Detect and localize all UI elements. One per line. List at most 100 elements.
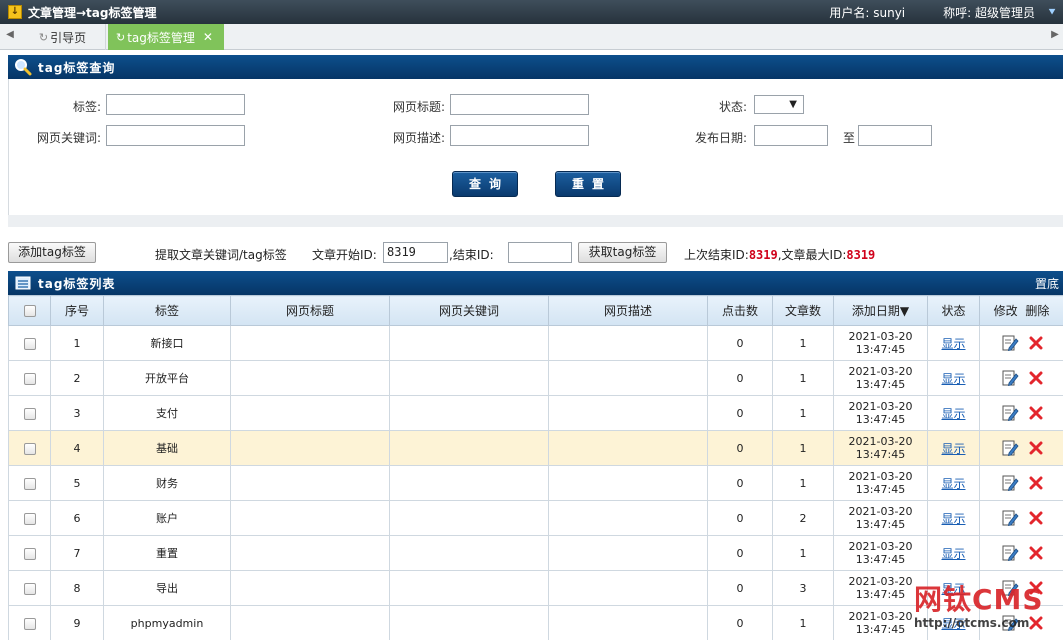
scroll-right-icon[interactable]: ▶	[1049, 29, 1061, 40]
row-status-cell: 显示	[927, 500, 980, 536]
row-checkbox[interactable]	[23, 407, 36, 420]
row-checkbox[interactable]	[23, 477, 36, 490]
collapse-icon[interactable]: ⯆	[1045, 5, 1059, 19]
row-number: 4	[50, 430, 104, 466]
tag-label: 标签:	[72, 100, 101, 114]
tag-input[interactable]	[106, 94, 245, 115]
start-id-input[interactable]: 8319	[383, 242, 448, 263]
fetch-tag-button[interactable]: 获取tag标签	[578, 242, 667, 263]
delete-icon[interactable]	[1029, 371, 1043, 385]
row-tag: 支付	[103, 395, 231, 431]
row-checkbox[interactable]	[23, 582, 36, 595]
keywords-input[interactable]	[106, 125, 245, 146]
delete-icon[interactable]	[1029, 546, 1043, 560]
row-description	[548, 430, 708, 466]
row-status-cell: 显示	[927, 465, 980, 501]
reload-icon[interactable]: ↻	[39, 31, 48, 44]
edit-icon[interactable]	[1001, 474, 1019, 492]
select-all-checkbox[interactable]	[23, 305, 36, 317]
row-description	[548, 395, 708, 431]
delete-icon[interactable]	[1029, 581, 1043, 595]
row-page-title	[230, 325, 390, 361]
page-title-input[interactable]	[450, 94, 589, 115]
row-page-title	[230, 430, 390, 466]
edit-icon[interactable]	[1001, 614, 1019, 632]
edit-icon[interactable]	[1001, 404, 1019, 422]
row-articles: 1	[772, 360, 834, 396]
tab-tag-manage[interactable]: ↻ tag标签管理 ✕	[108, 24, 224, 50]
edit-icon[interactable]	[1001, 544, 1019, 562]
row-date-time: 13:47:45	[855, 518, 906, 531]
search-button[interactable]: 查询	[452, 171, 518, 197]
row-date: 2021-03-20 13:47:45	[833, 570, 928, 606]
to-bottom-link[interactable]: 置底	[1035, 275, 1059, 292]
col-header-date-sort[interactable]: 添加日期▼	[833, 295, 928, 326]
row-keywords	[389, 430, 549, 466]
edit-icon[interactable]	[1001, 509, 1019, 527]
edit-icon[interactable]	[1001, 369, 1019, 387]
row-status-link[interactable]: 显示	[941, 442, 965, 456]
row-date-day: 2021-03-20	[848, 435, 913, 448]
reload-icon[interactable]: ↻	[116, 31, 125, 44]
delete-icon[interactable]	[1029, 476, 1043, 490]
row-clicks: 0	[707, 570, 773, 606]
row-articles: 1	[772, 465, 834, 501]
row-page-title	[230, 570, 390, 606]
row-date-time: 13:47:45	[855, 588, 906, 601]
row-checkbox[interactable]	[23, 337, 36, 350]
row-tag: phpmyadmin	[103, 605, 231, 640]
row-status-link[interactable]: 显示	[941, 337, 965, 351]
delete-icon[interactable]	[1029, 406, 1043, 420]
row-select-cell	[8, 605, 51, 640]
row-status-link[interactable]: 显示	[941, 547, 965, 561]
row-status-link[interactable]: 显示	[941, 582, 965, 596]
delete-icon[interactable]	[1029, 511, 1043, 525]
row-status-link[interactable]: 显示	[941, 617, 965, 631]
tag-table: 序号 标签 网页标题 网页关键词 网页描述 点击数 文章数 添加日期▼ 状态 修…	[8, 295, 1063, 640]
table-row: 1 新接口 0 1 2021-03-20 13:47:45 显示	[8, 325, 1063, 361]
delete-icon[interactable]	[1029, 616, 1043, 630]
reset-button[interactable]: 重置	[555, 171, 621, 197]
row-status-link[interactable]: 显示	[941, 512, 965, 526]
status-select[interactable]: ▼	[754, 95, 804, 114]
row-checkbox[interactable]	[23, 617, 36, 630]
row-date: 2021-03-20 13:47:45	[833, 325, 928, 361]
row-checkbox[interactable]	[23, 372, 36, 385]
end-id-input[interactable]	[508, 242, 572, 263]
row-date: 2021-03-20 13:47:45	[833, 395, 928, 431]
edit-icon[interactable]	[1001, 579, 1019, 597]
add-tag-button[interactable]: 添加tag标签	[8, 242, 96, 263]
table-row: 7 重置 0 1 2021-03-20 13:47:45 显示	[8, 535, 1063, 571]
down-arrow-icon[interactable]: ↓	[8, 5, 22, 19]
row-checkbox[interactable]	[23, 512, 36, 525]
status-label: 状态:	[718, 100, 747, 114]
edit-icon[interactable]	[1001, 334, 1019, 352]
row-date: 2021-03-20 13:47:45	[833, 535, 928, 571]
row-actions	[979, 395, 1063, 431]
last-end-info: 上次结束ID:8319,文章最大ID:8319	[684, 246, 875, 263]
tab-guide[interactable]: ↻ 引导页	[20, 24, 106, 50]
row-checkbox[interactable]	[23, 547, 36, 560]
publish-date-label: 发布日期:	[694, 131, 747, 145]
row-keywords	[389, 360, 549, 396]
close-icon[interactable]: ✕	[203, 30, 213, 44]
publish-date-start-input[interactable]	[754, 125, 828, 146]
row-status-link[interactable]: 显示	[941, 372, 965, 386]
row-number: 9	[50, 605, 104, 640]
col-header: 序号	[50, 295, 104, 326]
row-status-link[interactable]: 显示	[941, 477, 965, 491]
row-date-day: 2021-03-20	[848, 470, 913, 483]
scroll-left-icon[interactable]: ◀	[4, 29, 16, 40]
delete-icon[interactable]	[1029, 336, 1043, 350]
row-number: 7	[50, 535, 104, 571]
row-page-title	[230, 605, 390, 640]
publish-date-end-input[interactable]	[858, 125, 932, 146]
description-input[interactable]	[450, 125, 589, 146]
row-description	[548, 535, 708, 571]
delete-icon[interactable]	[1029, 441, 1043, 455]
edit-icon[interactable]	[1001, 439, 1019, 457]
row-status-link[interactable]: 显示	[941, 407, 965, 421]
table-row: 8 导出 0 3 2021-03-20 13:47:45 显示	[8, 570, 1063, 606]
row-checkbox[interactable]	[23, 442, 36, 455]
row-keywords	[389, 325, 549, 361]
